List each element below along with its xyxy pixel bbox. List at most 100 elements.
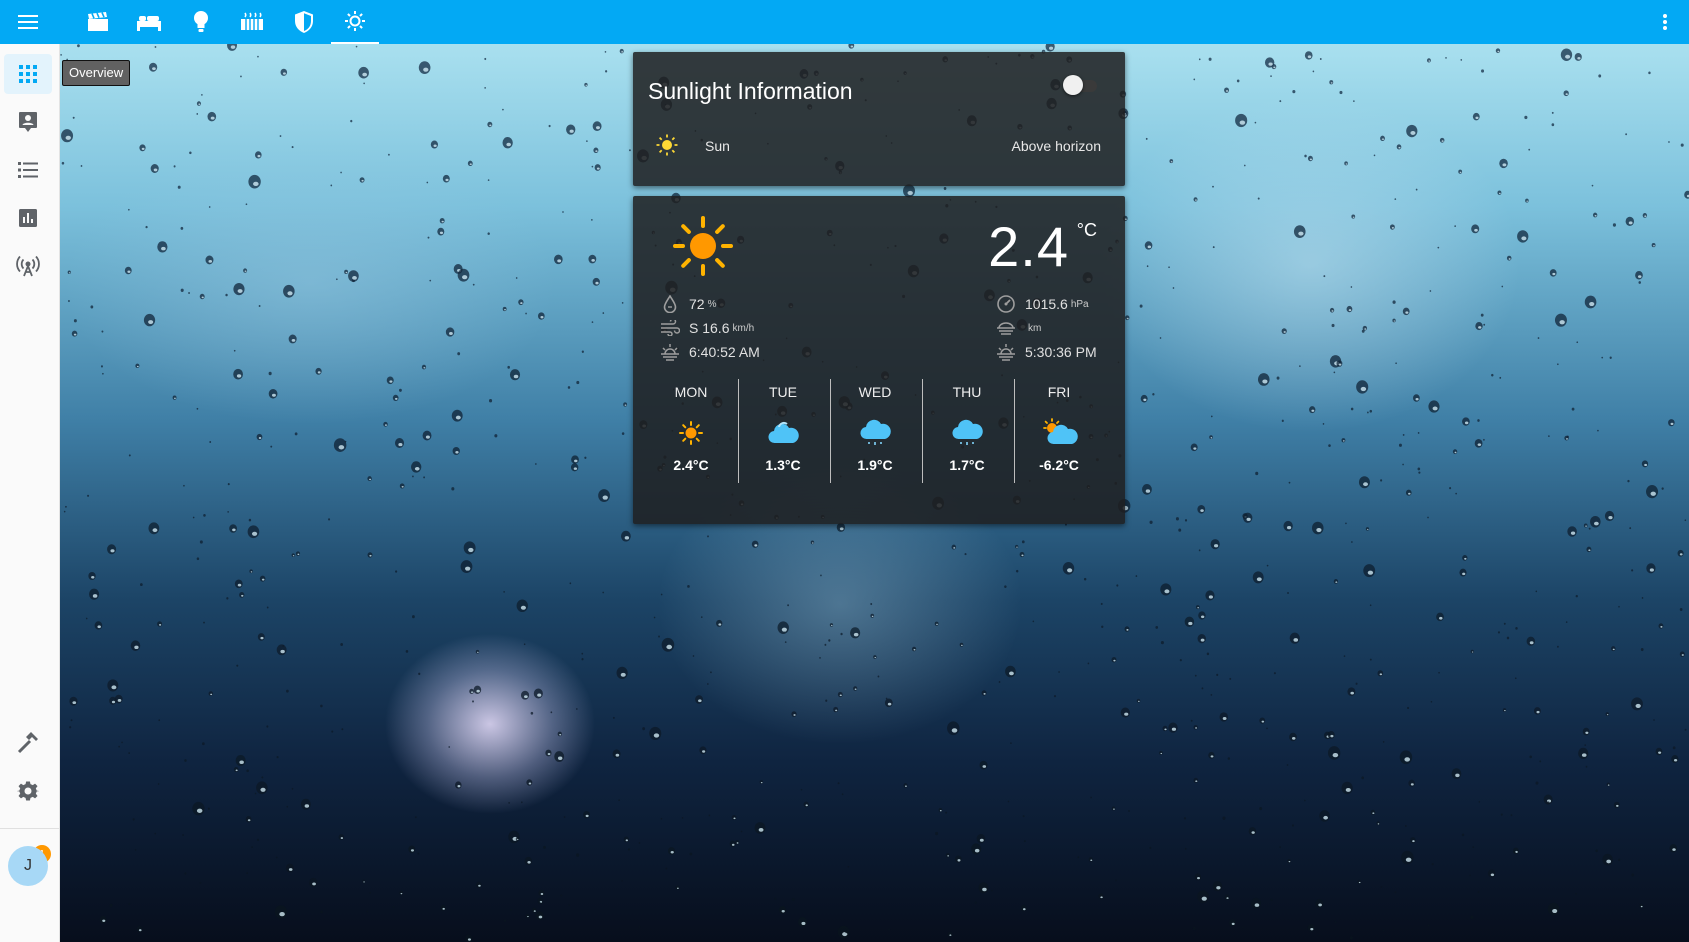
raindrop [1584,744,1586,746]
raindrop [1128,810,1130,813]
raindrop [1618,858,1621,862]
raindrop [502,137,513,149]
raindrop [1369,658,1372,661]
raindrop [586,140,588,143]
raindrop [1304,51,1313,60]
sidebar-item-logbook[interactable] [4,150,52,190]
tab-media[interactable] [74,0,122,44]
raindrop [716,619,723,627]
forecast-day: THU 1.7°C [921,379,1013,487]
user-avatar[interactable]: J [8,846,48,886]
raindrop [331,730,334,733]
top-toolbar [0,0,1689,44]
raindrop [1551,123,1555,127]
raindrop [399,890,403,895]
raindrop [451,409,463,422]
raindrop [660,593,663,596]
raindrop [118,745,120,748]
raindrop [1658,623,1664,629]
raindrop [1557,363,1559,366]
raindrop [621,301,624,304]
raindrop [1412,394,1420,402]
raindrop [1312,521,1324,535]
raindrop [350,119,353,123]
raindrop [266,606,269,609]
sunset-icon [997,344,1015,361]
raindrop [1427,516,1429,519]
tab-climate[interactable] [228,0,276,44]
sidebar-item-history[interactable] [4,198,52,238]
raindrop [226,597,229,600]
raindrop [1524,115,1528,120]
raindrop [1323,275,1326,278]
pressure-value: 1015.6 [1025,296,1068,312]
raindrop [661,637,675,652]
raindrop [981,690,987,696]
raindrop [457,352,461,356]
raindrop [1273,672,1276,675]
raindrop [1179,658,1182,662]
sidebar-item-map[interactable] [4,102,52,142]
sidebar-item-settings[interactable] [4,771,52,811]
raindrop [202,742,205,746]
tab-sun[interactable] [331,0,379,44]
raindrop [1287,591,1289,595]
raindrop [1398,443,1402,447]
sun-entity-row[interactable]: Sun Above horizon [655,131,1105,159]
raindrop [246,769,249,773]
raindrop [798,917,808,927]
raindrop [107,544,117,555]
raindrop [979,760,988,770]
raindrop [183,484,185,487]
more-options-button[interactable] [1649,0,1681,44]
raindrop [1503,622,1506,625]
raindrop [1329,307,1335,313]
raindrop [1380,479,1383,482]
raindrop [1259,806,1263,811]
raindrop [348,270,359,282]
raindrop [1125,315,1130,321]
wind-unit: km/h [732,322,755,334]
raindrop [1319,58,1322,61]
raindrop [180,226,184,230]
raindrop [681,817,684,819]
raindrop [101,330,104,333]
raindrop [1430,700,1433,703]
tab-security[interactable] [280,0,328,44]
raindrop [1212,246,1215,249]
movie-clapper-icon [88,12,108,31]
raindrop [1160,583,1172,596]
raindrop [1418,471,1421,474]
menu-button[interactable] [0,0,56,44]
raindrop [523,643,526,646]
raindrop [1382,741,1385,743]
raindrop [837,925,850,939]
raindrop [328,518,331,521]
raindrop [439,218,445,224]
raindrop [465,934,473,942]
raindrop [820,574,822,577]
raindrop [268,371,272,376]
raindrop [638,926,641,929]
raindrop [330,184,333,187]
raindrop [754,822,766,834]
raindrop [591,165,594,168]
raindrop [282,645,284,647]
humidity-value: 72 [689,296,705,312]
raindrop [1445,57,1447,59]
sidebar-item-developer[interactable] [4,246,52,286]
sidebar-item-hammer[interactable] [4,723,52,763]
card-toggle-switch[interactable] [1063,75,1099,95]
raindrop [971,843,982,855]
raindrop [199,540,203,544]
raindrop [675,885,680,890]
tab-lights[interactable] [177,0,225,44]
sidebar-item-overview[interactable] [4,54,52,94]
weather-forecast-card[interactable]: 2.4 °C 72% S 16.6 km/h 6:40:52 AM 1015.6 h… [633,196,1125,524]
raindrop [1357,879,1362,884]
raindrop [359,177,365,183]
tab-bedroom[interactable] [125,0,173,44]
raindrop [1470,649,1474,654]
raindrop [1152,393,1155,396]
sunset-value: 5:30:36 PM [1025,344,1097,360]
